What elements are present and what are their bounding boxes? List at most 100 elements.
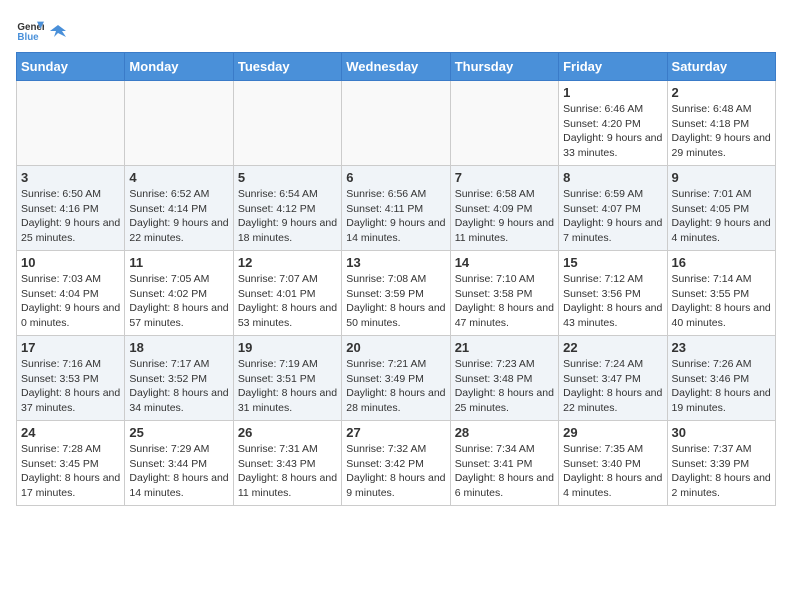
day-info: Sunrise: 7:21 AM Sunset: 3:49 PM Dayligh…	[346, 357, 445, 416]
weekday-header-monday: Monday	[125, 53, 233, 81]
calendar-cell: 20 Sunrise: 7:21 AM Sunset: 3:49 PM Dayli…	[342, 336, 450, 421]
day-number: 13	[346, 255, 445, 270]
calendar-cell: 21 Sunrise: 7:23 AM Sunset: 3:48 PM Dayli…	[450, 336, 558, 421]
weekday-header-sunday: Sunday	[17, 53, 125, 81]
weekday-header-thursday: Thursday	[450, 53, 558, 81]
day-number: 16	[672, 255, 771, 270]
day-info: Sunrise: 7:19 AM Sunset: 3:51 PM Dayligh…	[238, 357, 337, 416]
day-info: Sunrise: 7:14 AM Sunset: 3:55 PM Dayligh…	[672, 272, 771, 331]
day-info: Sunrise: 7:31 AM Sunset: 3:43 PM Dayligh…	[238, 442, 337, 501]
logo: General Blue	[16, 16, 68, 44]
calendar-cell: 5 Sunrise: 6:54 AM Sunset: 4:12 PM Daylig…	[233, 166, 341, 251]
day-number: 21	[455, 340, 554, 355]
day-info: Sunrise: 7:32 AM Sunset: 3:42 PM Dayligh…	[346, 442, 445, 501]
calendar-cell	[233, 81, 341, 166]
calendar-week-4: 17Sunrise: 7:16 AM Sunset: 3:53 PM Dayli…	[17, 336, 776, 421]
calendar-cell: 7 Sunrise: 6:58 AM Sunset: 4:09 PM Daylig…	[450, 166, 558, 251]
weekday-header-saturday: Saturday	[667, 53, 775, 81]
day-number: 25	[129, 425, 228, 440]
day-info: Sunrise: 7:37 AM Sunset: 3:39 PM Dayligh…	[672, 442, 771, 501]
svg-text:Blue: Blue	[17, 32, 39, 43]
day-info: Sunrise: 6:46 AM Sunset: 4:20 PM Dayligh…	[563, 102, 662, 161]
day-number: 30	[672, 425, 771, 440]
day-info: Sunrise: 7:35 AM Sunset: 3:40 PM Dayligh…	[563, 442, 662, 501]
calendar-cell: 2 Sunrise: 6:48 AM Sunset: 4:18 PM Daylig…	[667, 81, 775, 166]
day-info: Sunrise: 6:56 AM Sunset: 4:11 PM Dayligh…	[346, 187, 445, 246]
day-info: Sunrise: 7:01 AM Sunset: 4:05 PM Dayligh…	[672, 187, 771, 246]
calendar-cell: 23 Sunrise: 7:26 AM Sunset: 3:46 PM Dayli…	[667, 336, 775, 421]
day-info: Sunrise: 6:59 AM Sunset: 4:07 PM Dayligh…	[563, 187, 662, 246]
calendar-cell: 13 Sunrise: 7:08 AM Sunset: 3:59 PM Dayli…	[342, 251, 450, 336]
calendar-week-2: 3 Sunrise: 6:50 AM Sunset: 4:16 PM Daylig…	[17, 166, 776, 251]
day-number: 14	[455, 255, 554, 270]
calendar-cell	[450, 81, 558, 166]
calendar-cell	[342, 81, 450, 166]
day-info: Sunrise: 6:50 AM Sunset: 4:16 PM Dayligh…	[21, 187, 120, 246]
calendar-cell: 19 Sunrise: 7:19 AM Sunset: 3:51 PM Dayli…	[233, 336, 341, 421]
day-info: Sunrise: 7:23 AM Sunset: 3:48 PM Dayligh…	[455, 357, 554, 416]
day-number: 28	[455, 425, 554, 440]
calendar-week-1: 1 Sunrise: 6:46 AM Sunset: 4:20 PM Daylig…	[17, 81, 776, 166]
calendar-cell: 11 Sunrise: 7:05 AM Sunset: 4:02 PM Dayli…	[125, 251, 233, 336]
calendar-cell: 10Sunrise: 7:03 AM Sunset: 4:04 PM Dayli…	[17, 251, 125, 336]
day-info: Sunrise: 6:48 AM Sunset: 4:18 PM Dayligh…	[672, 102, 771, 161]
calendar-cell: 6Sunrise: 6:56 AM Sunset: 4:11 PM Daylig…	[342, 166, 450, 251]
day-info: Sunrise: 6:58 AM Sunset: 4:09 PM Dayligh…	[455, 187, 554, 246]
day-number: 3	[21, 170, 120, 185]
calendar-cell: 9Sunrise: 7:01 AM Sunset: 4:05 PM Daylig…	[667, 166, 775, 251]
calendar-cell: 17Sunrise: 7:16 AM Sunset: 3:53 PM Dayli…	[17, 336, 125, 421]
day-number: 12	[238, 255, 337, 270]
day-number: 22	[563, 340, 662, 355]
calendar-header-row: SundayMondayTuesdayWednesdayThursdayFrid…	[17, 53, 776, 81]
day-number: 23	[672, 340, 771, 355]
day-number: 8	[563, 170, 662, 185]
day-info: Sunrise: 7:26 AM Sunset: 3:46 PM Dayligh…	[672, 357, 771, 416]
day-number: 15	[563, 255, 662, 270]
day-number: 26	[238, 425, 337, 440]
calendar-cell: 22 Sunrise: 7:24 AM Sunset: 3:47 PM Dayli…	[559, 336, 667, 421]
calendar-week-5: 24Sunrise: 7:28 AM Sunset: 3:45 PM Dayli…	[17, 421, 776, 506]
day-number: 29	[563, 425, 662, 440]
calendar-cell: 16 Sunrise: 7:14 AM Sunset: 3:55 PM Dayli…	[667, 251, 775, 336]
day-number: 17	[21, 340, 120, 355]
header: General Blue	[16, 16, 776, 44]
calendar-cell: 29 Sunrise: 7:35 AM Sunset: 3:40 PM Dayli…	[559, 421, 667, 506]
day-number: 19	[238, 340, 337, 355]
calendar-cell: 18 Sunrise: 7:17 AM Sunset: 3:52 PM Dayli…	[125, 336, 233, 421]
day-info: Sunrise: 7:08 AM Sunset: 3:59 PM Dayligh…	[346, 272, 445, 331]
day-number: 11	[129, 255, 228, 270]
calendar-cell: 25 Sunrise: 7:29 AM Sunset: 3:44 PM Dayli…	[125, 421, 233, 506]
calendar-cell: 8 Sunrise: 6:59 AM Sunset: 4:07 PM Daylig…	[559, 166, 667, 251]
calendar-cell: 27 Sunrise: 7:32 AM Sunset: 3:42 PM Dayli…	[342, 421, 450, 506]
calendar-cell: 15 Sunrise: 7:12 AM Sunset: 3:56 PM Dayli…	[559, 251, 667, 336]
day-number: 5	[238, 170, 337, 185]
calendar-cell: 24Sunrise: 7:28 AM Sunset: 3:45 PM Dayli…	[17, 421, 125, 506]
day-info: Sunrise: 7:17 AM Sunset: 3:52 PM Dayligh…	[129, 357, 228, 416]
calendar-cell: 28 Sunrise: 7:34 AM Sunset: 3:41 PM Dayli…	[450, 421, 558, 506]
weekday-header-wednesday: Wednesday	[342, 53, 450, 81]
day-info: Sunrise: 7:29 AM Sunset: 3:44 PM Dayligh…	[129, 442, 228, 501]
day-info: Sunrise: 7:12 AM Sunset: 3:56 PM Dayligh…	[563, 272, 662, 331]
day-info: Sunrise: 6:54 AM Sunset: 4:12 PM Dayligh…	[238, 187, 337, 246]
calendar: SundayMondayTuesdayWednesdayThursdayFrid…	[16, 52, 776, 506]
logo-icon: General Blue	[16, 16, 44, 44]
day-info: Sunrise: 7:05 AM Sunset: 4:02 PM Dayligh…	[129, 272, 228, 331]
day-number: 2	[672, 85, 771, 100]
day-number: 7	[455, 170, 554, 185]
day-number: 4	[129, 170, 228, 185]
day-info: Sunrise: 7:03 AM Sunset: 4:04 PM Dayligh…	[21, 272, 120, 331]
day-number: 1	[563, 85, 662, 100]
calendar-cell: 4Sunrise: 6:52 AM Sunset: 4:14 PM Daylig…	[125, 166, 233, 251]
day-number: 27	[346, 425, 445, 440]
calendar-cell	[17, 81, 125, 166]
day-info: Sunrise: 7:24 AM Sunset: 3:47 PM Dayligh…	[563, 357, 662, 416]
calendar-cell: 1 Sunrise: 6:46 AM Sunset: 4:20 PM Daylig…	[559, 81, 667, 166]
day-number: 24	[21, 425, 120, 440]
day-info: Sunrise: 7:34 AM Sunset: 3:41 PM Dayligh…	[455, 442, 554, 501]
day-number: 18	[129, 340, 228, 355]
day-info: Sunrise: 7:07 AM Sunset: 4:01 PM Dayligh…	[238, 272, 337, 331]
day-info: Sunrise: 7:10 AM Sunset: 3:58 PM Dayligh…	[455, 272, 554, 331]
calendar-cell: 12 Sunrise: 7:07 AM Sunset: 4:01 PM Dayli…	[233, 251, 341, 336]
day-number: 20	[346, 340, 445, 355]
weekday-header-friday: Friday	[559, 53, 667, 81]
